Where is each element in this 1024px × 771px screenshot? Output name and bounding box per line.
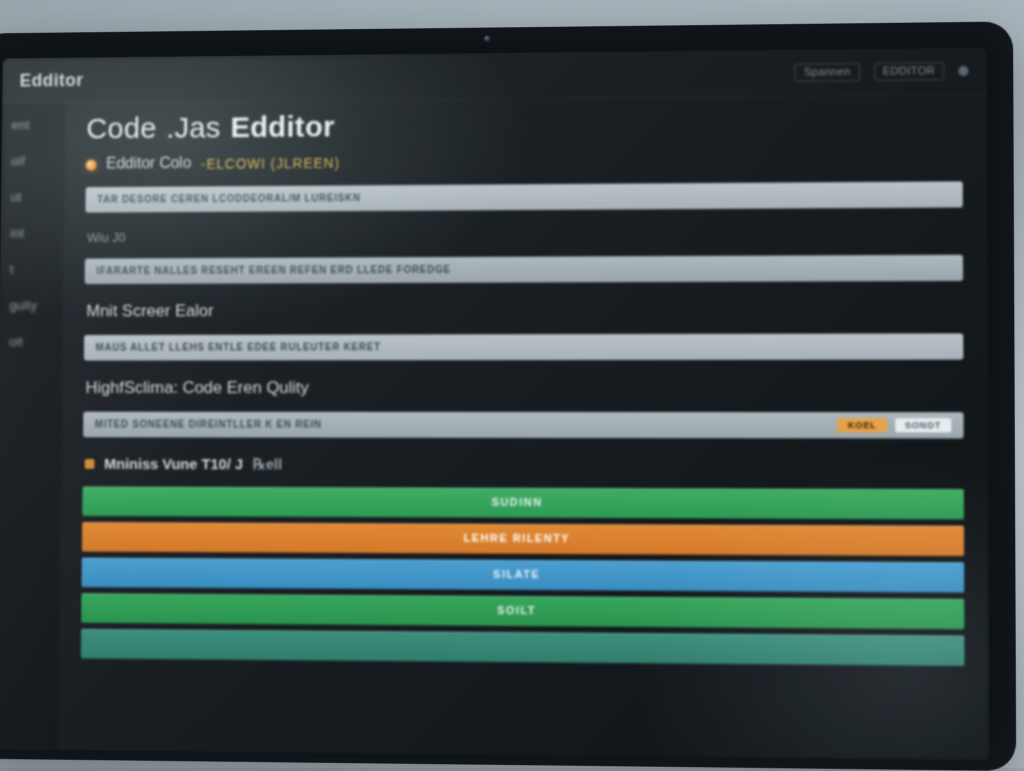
- row-2[interactable]: IFARARTE NALLES RESEHT EREEN REFEN ERD L…: [85, 255, 963, 284]
- setting-rows: TAR DESORE CEREN LCODDEORAL/M LUREISKN W…: [83, 181, 964, 481]
- app-screen: Edditor Spannen EDDITOR ent oif ut int t…: [0, 48, 989, 761]
- row-4[interactable]: MITED SONEENE DIREINTLLER K EN REIN KOEL…: [83, 412, 964, 439]
- color-bars: SUDINN LEHRE RILENTY SILATE SOILT: [81, 487, 965, 667]
- sidebar-item-2[interactable]: ut: [5, 189, 61, 204]
- subheader: Edditor Colo -ELCOWI (JLREEN): [86, 149, 963, 173]
- window-tab-label: Edditor: [20, 70, 84, 91]
- titlebar-tag-2: EDDITOR: [874, 62, 944, 81]
- sidebar-item-4[interactable]: t: [4, 262, 60, 277]
- row-4-chip-2[interactable]: SONDT: [895, 418, 952, 432]
- row-2-label: Wiu J0: [87, 226, 963, 245]
- workspace: ent oif ut int t gulty oit Code .Jas Edd…: [0, 95, 989, 761]
- subheader-label: Edditor Colo: [106, 155, 191, 173]
- bar-teal[interactable]: [81, 629, 965, 666]
- bar-green-2[interactable]: SOILT: [81, 593, 964, 629]
- monitor-frame: Edditor Spannen EDDITOR ent oif ut int t…: [0, 21, 1016, 771]
- status-dot-icon: [86, 159, 97, 170]
- row-1[interactable]: TAR DESORE CEREN LCODDEORAL/M LUREISKN: [85, 181, 962, 212]
- row-3[interactable]: MAUS ALLET LLEHS ENTLE EDEE RULEUTER KER…: [84, 333, 963, 360]
- row-4-text: MITED SONEENE DIREINTLLER K EN REIN: [95, 419, 322, 430]
- title-main: Edditor: [230, 111, 335, 145]
- row-5-label: Mniniss Vune T10/ J ℞ell: [85, 455, 964, 475]
- square-icon: [85, 459, 95, 469]
- row-3-text: MAUS ALLET LLEHS ENTLE EDEE RULEUTER KER…: [96, 342, 381, 353]
- sidebar: ent oif ut int t gulty oit: [0, 104, 65, 750]
- row-4-label: HighfSclima: Code Eren Qulity: [85, 378, 963, 398]
- title-pre: Code: [86, 112, 157, 146]
- page-title: Code .Jas Edditor: [86, 105, 962, 146]
- subheader-code: -ELCOWI (JLREEN): [201, 155, 340, 172]
- row-1-text: TAR DESORE CEREN LCODDEORAL/M LUREISKN: [97, 193, 361, 205]
- title-mid: .Jas: [166, 112, 221, 146]
- sidebar-item-0[interactable]: ent: [6, 117, 62, 132]
- camera-dot: [484, 35, 491, 42]
- main-panel: Code .Jas Edditor Edditor Colo -ELCOWI (…: [58, 95, 989, 761]
- sidebar-item-3[interactable]: int: [4, 225, 60, 240]
- bar-green[interactable]: SUDINN: [82, 487, 964, 520]
- bar-orange[interactable]: LEHRE RILENTY: [82, 522, 964, 556]
- bar-blue[interactable]: SILATE: [82, 558, 965, 593]
- sidebar-item-1[interactable]: oif: [5, 153, 61, 168]
- titlebar-tag: Spannen: [795, 63, 860, 82]
- row-4-chip-1[interactable]: KOEL: [838, 418, 887, 432]
- minimize-icon[interactable]: [958, 66, 968, 76]
- row-3-label: Mnit Screer Ealor: [86, 299, 963, 321]
- row-2-text: IFARARTE NALLES RESEHT EREEN REFEN ERD L…: [96, 264, 451, 276]
- sidebar-item-6[interactable]: oit: [3, 334, 59, 349]
- sidebar-item-5[interactable]: gulty: [4, 298, 60, 313]
